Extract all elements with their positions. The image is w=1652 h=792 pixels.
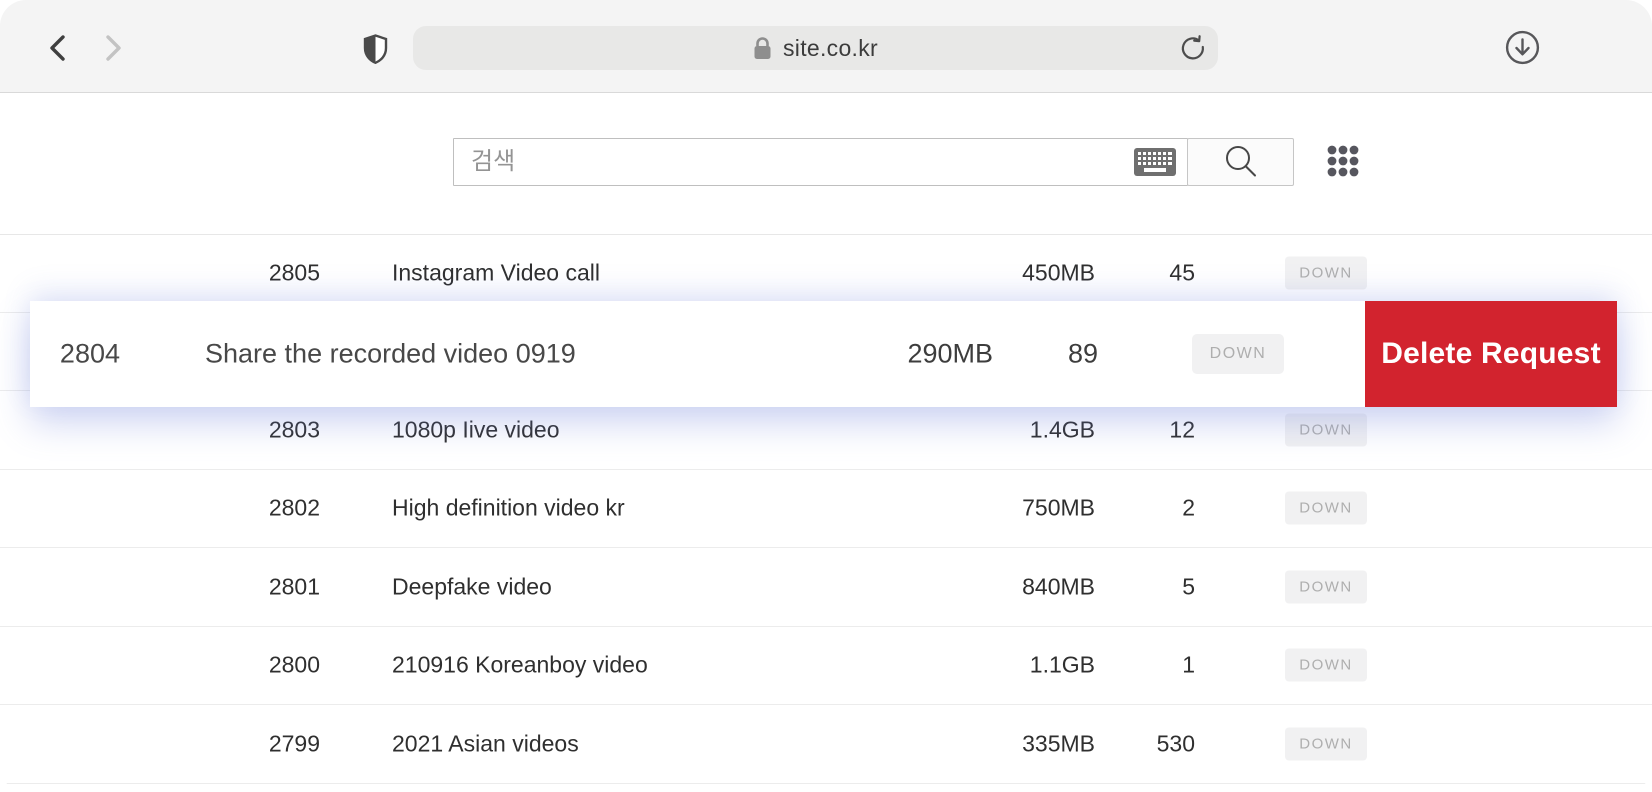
row-title: Share the recorded video 0919 <box>205 339 576 370</box>
download-button[interactable]: DOWN <box>1192 334 1284 374</box>
row-id: 2801 <box>240 573 320 600</box>
row-id: 2800 <box>240 652 320 679</box>
row-title: Instagram Video call <box>392 260 600 287</box>
search-icon <box>1223 144 1259 180</box>
row-size: 450MB <box>935 260 1095 287</box>
row-size: 335MB <box>935 730 1095 757</box>
forward-icon[interactable] <box>99 33 127 63</box>
download-button[interactable]: DOWN <box>1285 257 1367 290</box>
url-text: site.co.kr <box>783 35 878 62</box>
table-row[interactable]: 2799 2021 Asian videos 335MB 530 DOWN <box>0 705 1652 784</box>
row-title: 2021 Asian videos <box>392 730 579 757</box>
search-input[interactable] <box>453 138 1188 186</box>
row-count: 5 <box>1105 573 1195 600</box>
row-title: 210916 Koreanboy video <box>392 652 648 679</box>
download-icon[interactable] <box>1504 29 1540 65</box>
row-count: 2 <box>1105 495 1195 522</box>
row-count: 12 <box>1105 416 1195 443</box>
apps-grid-icon[interactable] <box>1325 141 1361 181</box>
row-count: 530 <box>1105 730 1195 757</box>
back-icon[interactable] <box>44 33 72 63</box>
selected-row[interactable]: 2804 Share the recorded video 0919 290MB… <box>30 301 1617 407</box>
row-count: 1 <box>1105 652 1195 679</box>
lock-icon <box>753 36 772 61</box>
download-button[interactable]: DOWN <box>1285 413 1367 446</box>
row-size: 1.1GB <box>935 652 1095 679</box>
keyboard-icon[interactable] <box>1134 147 1178 177</box>
table-row[interactable]: 2802 High definition video kr 750MB 2 DO… <box>0 470 1652 549</box>
row-id: 2805 <box>240 260 320 287</box>
download-button[interactable]: DOWN <box>1285 649 1367 682</box>
download-button[interactable]: DOWN <box>1285 727 1367 760</box>
table-row[interactable]: 2801 Deepfake video 840MB 5 DOWN <box>0 548 1652 627</box>
row-count: 89 <box>1018 339 1098 370</box>
browser-window: site.co.kr <box>0 0 1652 792</box>
download-button[interactable]: DOWN <box>1285 492 1367 525</box>
browser-toolbar: site.co.kr <box>0 0 1652 93</box>
selected-row-card[interactable]: 2804 Share the recorded video 0919 290MB… <box>30 301 1365 407</box>
row-size: 840MB <box>935 573 1095 600</box>
row-id: 2803 <box>240 416 320 443</box>
row-id: 2802 <box>240 495 320 522</box>
address-bar[interactable]: site.co.kr <box>413 26 1218 70</box>
row-id: 2799 <box>240 730 320 757</box>
row-count: 45 <box>1105 260 1195 287</box>
reload-icon[interactable] <box>1180 35 1206 61</box>
row-id: 2804 <box>50 339 120 370</box>
delete-request-button[interactable]: Delete Request <box>1365 301 1617 407</box>
row-title: High definition video kr <box>392 495 625 522</box>
row-size: 1.4GB <box>935 416 1095 443</box>
privacy-shield-icon[interactable] <box>362 34 388 64</box>
row-size: 750MB <box>935 495 1095 522</box>
table-row[interactable]: 2800 210916 Koreanboy video 1.1GB 1 DOWN <box>0 627 1652 706</box>
row-title: 1080p Iive video <box>392 416 560 443</box>
download-button[interactable]: DOWN <box>1285 570 1367 603</box>
row-size: 290MB <box>823 339 993 370</box>
row-title: Deepfake video <box>392 573 552 600</box>
search-button[interactable] <box>1187 138 1294 186</box>
